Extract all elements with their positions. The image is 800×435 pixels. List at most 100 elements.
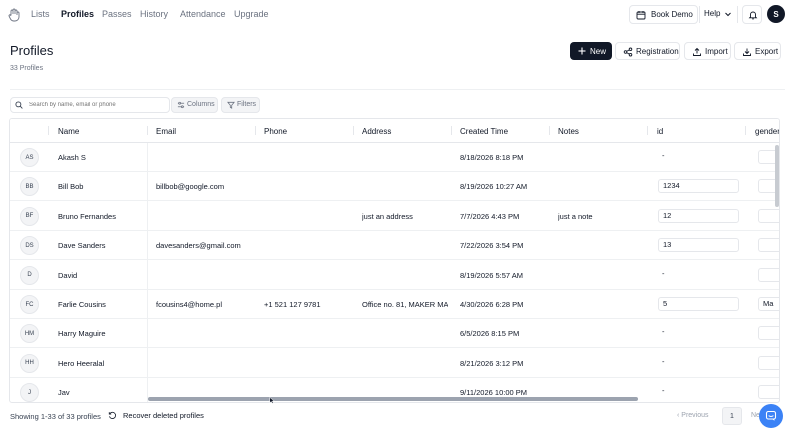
plus-icon [578,47,586,55]
columns-button[interactable]: Columns [171,97,218,113]
nav-attendance[interactable]: Attendance [180,9,226,19]
import-button[interactable]: Import [684,42,731,60]
column-header-phone[interactable]: Phone [264,127,287,136]
cell-name: Akash S [58,153,86,162]
id-field[interactable]: - [658,385,739,399]
table-row[interactable]: BB Bill Bob billbob@google.com 8/19/2026 10… [10,172,779,202]
registration-button[interactable]: Registration [615,42,680,60]
column-header-address[interactable]: Address [362,127,391,136]
row-avatar: FC [20,295,39,314]
gender-field[interactable] [758,208,779,223]
gender-field[interactable] [758,385,779,400]
cell-name: Hero Heeralal [58,358,105,368]
mouse-cursor-icon [269,397,275,404]
id-field[interactable]: 12 [658,208,739,223]
column-header-gender[interactable]: gender [755,127,779,136]
row-avatar: HH [20,353,39,373]
column-header-id[interactable]: id [657,127,663,136]
cell-name: Dave Sanders [58,241,106,251]
new-button[interactable]: New [570,42,612,60]
gender-field[interactable] [758,238,779,253]
cell-email: fcousins4@home.pl [156,300,222,309]
cell-created: 6/5/2026 8:15 PM [460,329,520,339]
table-row[interactable]: AS Akash S 8/18/2026 8:18 PM - [10,143,779,172]
table-row[interactable]: BF Bruno Fernandes just an address 7/7/2026… [10,202,779,231]
notifications-button[interactable] [742,5,762,24]
id-field[interactable]: - [658,150,739,164]
table-row[interactable]: DS Dave Sanders davesanders@gmail.com 7/22/… [10,231,779,261]
nav-passes[interactable]: Passes [102,9,132,19]
gender-field[interactable] [758,355,779,370]
table-header: Name Email Phone Address Created Time No… [10,119,779,143]
help-menu[interactable]: Help [704,9,720,18]
previous-page-button[interactable]: ‹ Previous [677,412,709,419]
book-demo-button[interactable]: Book Demo [629,5,698,24]
row-avatar: AS [20,148,39,167]
id-field[interactable]: - [658,268,739,282]
column-header-name[interactable]: Name [58,127,79,136]
filter-icon [227,101,235,109]
recover-label: Recover deleted profiles [123,411,204,420]
id-field[interactable]: - [658,356,739,370]
chevron-down-icon[interactable] [724,10,732,18]
gender-field[interactable]: Ma [758,297,779,311]
cell-name: Jav [58,388,70,398]
table-row[interactable]: HM Harry Maguire 6/5/2026 8:15 PM - [10,319,779,349]
filters-button[interactable]: Filters [221,97,260,113]
id-field[interactable]: - [658,326,739,340]
column-header-notes[interactable]: Notes [558,127,579,136]
book-demo-label: Book Demo [651,10,693,19]
header-divider [10,89,785,90]
profiles-table: Name Email Phone Address Created Time No… [9,118,780,403]
cell-created: 8/18/2026 8:18 PM [460,153,524,162]
cell-created: 8/19/2026 10:27 AM [460,182,528,192]
cell-created: 8/21/2026 3:12 PM [460,358,524,368]
calendar-icon [636,11,646,20]
cell-created: 7/22/2026 3:54 PM [460,241,524,251]
hand-logo-icon[interactable] [8,8,20,22]
download-icon [743,48,751,56]
id-field[interactable]: 13 [658,238,739,253]
nav-history[interactable]: History [140,9,168,19]
column-header-email[interactable]: Email [156,127,176,136]
search-input[interactable] [10,97,170,113]
upload-icon [693,47,701,56]
export-label: Export [755,47,779,56]
vertical-scrollbar[interactable] [775,145,779,207]
column-separator [451,126,452,135]
row-avatar: D [20,265,39,285]
nav-upgrade[interactable]: Upgrade [234,9,269,19]
cell-address: just an address [362,211,413,221]
cell-created: 9/11/2026 10:00 PM [460,388,527,398]
cell-name: David [58,270,78,280]
row-avatar: BF [20,206,39,226]
cell-email: davesanders@gmail.com [156,241,241,251]
gender-field[interactable] [758,267,779,282]
cell-phone: +1 521 127 9781 [264,300,321,309]
export-button[interactable]: Export [734,42,781,60]
nav-lists[interactable]: Lists [31,9,50,19]
table-row[interactable]: D David 8/19/2026 5:57 AM - [10,261,779,290]
gender-field[interactable] [758,326,779,341]
bell-icon [748,11,758,20]
top-navigation: Lists Profiles Passes History Attendance… [0,0,800,29]
cell-name: Bruno Fernandes [58,211,116,221]
profiles-count: 33 Profiles [10,65,44,72]
id-field[interactable]: 1234 [658,179,739,194]
table-row[interactable]: HH Hero Heeralal 8/21/2026 3:12 PM - [10,349,779,378]
chat-support-button[interactable] [759,404,783,428]
page-1-button[interactable]: 1 [722,407,742,425]
table-row[interactable]: FC Farlie Cousins fcousins4@home.pl +1 521 … [10,290,779,319]
restore-icon [108,411,116,419]
cell-notes: just a note [558,211,593,221]
column-separator [255,126,256,135]
row-avatar: DS [20,236,39,256]
columns-label: Columns [187,101,215,108]
column-header-created-time[interactable]: Created Time [460,127,508,136]
id-field[interactable]: 5 [658,297,739,311]
user-avatar[interactable]: S [767,5,785,23]
nav-profiles[interactable]: Profiles [61,9,94,19]
horizontal-scrollbar[interactable] [148,397,638,401]
filters-label: Filters [237,101,257,108]
column-separator [549,126,550,135]
